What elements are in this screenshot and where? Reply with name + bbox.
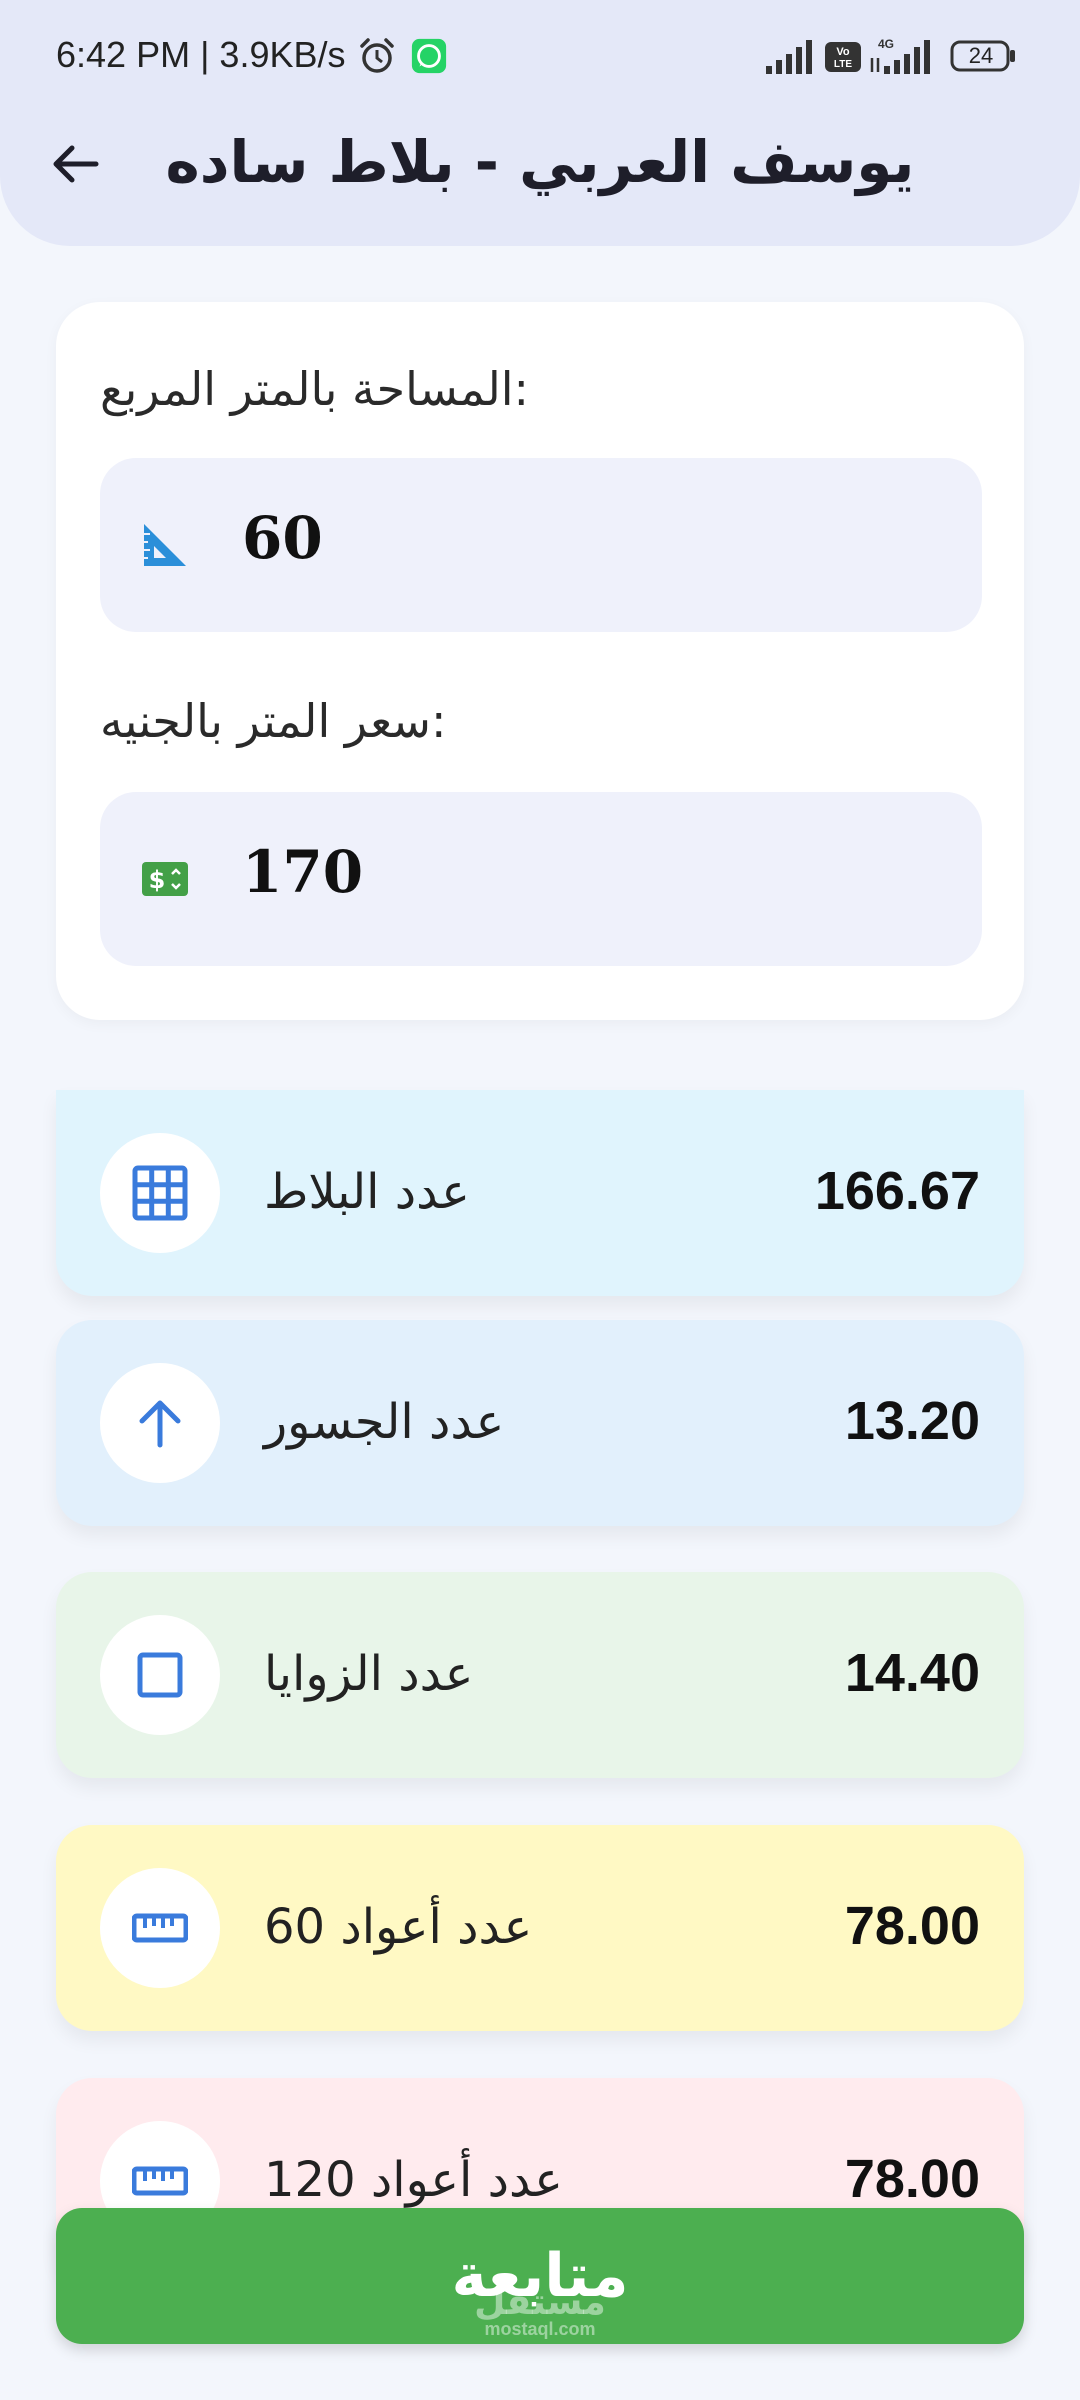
svg-text:LTE: LTE (834, 59, 852, 70)
row-label: عدد الزوايا (264, 1646, 474, 1702)
app-header: 6:42 PM | 3.9KB/s Vo LTE 4G 24 يوسف العر… (0, 0, 1080, 246)
area-label: المساحة بالمتر المربع: (100, 362, 530, 416)
price-label: سعر المتر بالجنيه: (100, 694, 447, 748)
square-icon (137, 1652, 183, 1698)
page-title: يوسف العربي - بلاط ساده (165, 128, 915, 196)
whatsapp-icon (411, 38, 447, 74)
row-value: 13.20 (844, 1391, 980, 1451)
svg-text:4G: 4G (878, 37, 894, 51)
price-input[interactable]: 170 (242, 838, 363, 906)
grid-icon (132, 1165, 188, 1221)
area-input[interactable]: 60 (242, 504, 323, 572)
result-row-corners: عدد الزوايا 14.40 (56, 1572, 1024, 1778)
status-time: 6:42 PM | 3.9KB/s (56, 34, 346, 75)
ruler-icon (132, 1913, 188, 1943)
result-row-rods-60: عدد أعواد 60 78.00 (56, 1825, 1024, 2031)
row-value: 78.00 (844, 2149, 980, 2209)
area-field[interactable]: 60 (100, 458, 982, 632)
volte-icon: Vo LTE (825, 42, 861, 72)
continue-button[interactable]: متابعة (56, 2208, 1024, 2344)
row-label: عدد أعواد 120 (264, 2152, 563, 2208)
result-row-tiles: عدد البلاط 166.67 (56, 1090, 1024, 1296)
price-field[interactable]: $ 170 (100, 792, 982, 966)
battery-level: 24 (968, 43, 994, 68)
icon-circle (100, 1868, 220, 1988)
money-icon: $ (142, 862, 188, 896)
signal-icon (766, 40, 812, 74)
signal-4g-icon: 4G (870, 37, 930, 74)
ruler-icon (132, 2166, 188, 2196)
result-row-bridges: عدد الجسور 13.20 (56, 1320, 1024, 1526)
svg-text:Vo: Vo (836, 46, 850, 58)
row-label: عدد الجسور (264, 1394, 505, 1450)
set-square-icon (144, 524, 186, 566)
icon-circle (100, 1615, 220, 1735)
input-card: المساحة بالمتر المربع: 60 سعر المتر بالج… (56, 302, 1024, 1020)
icon-circle (100, 1133, 220, 1253)
svg-text:$: $ (149, 866, 166, 894)
icon-circle (100, 1363, 220, 1483)
row-value: 78.00 (844, 1896, 980, 1956)
row-value: 166.67 (814, 1161, 980, 1221)
row-label: عدد البلاط (264, 1164, 470, 1220)
row-label: عدد أعواد 60 (264, 1899, 533, 1955)
row-value: 14.40 (844, 1643, 980, 1703)
back-arrow-icon[interactable] (48, 136, 104, 192)
arrow-up-icon (139, 1400, 181, 1448)
alarm-icon (360, 38, 394, 73)
